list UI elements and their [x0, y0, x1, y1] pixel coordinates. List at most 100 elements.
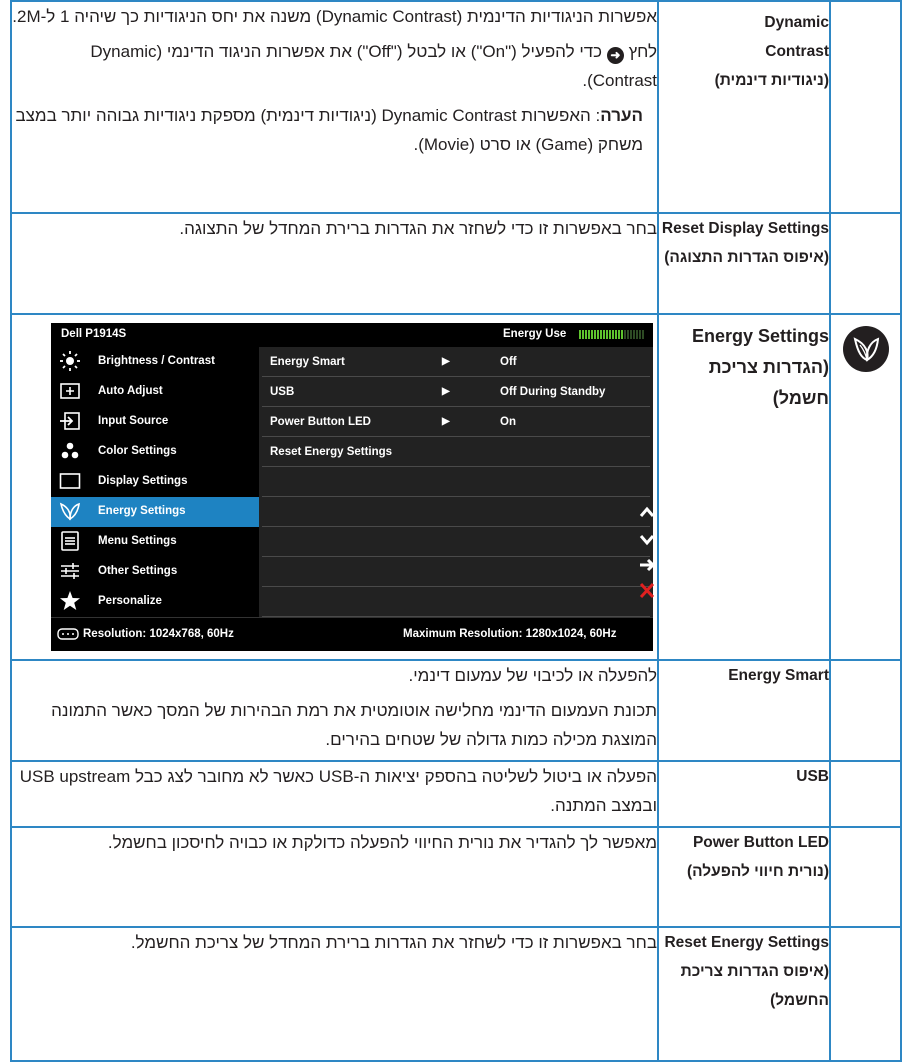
energy-meter-bar — [642, 330, 644, 339]
usb-name: USB — [657, 760, 831, 828]
table-row-reset-display: בחר באפשרות זו כדי לשחזר את הגדרות ברירת… — [10, 212, 902, 315]
energy-meter-bar — [600, 330, 602, 339]
dynamic-contrast-note: הערה: האפשרות Dynamic Contrast (ניגודיות… — [12, 101, 657, 159]
osd-menu-item[interactable]: Menu Settings — [51, 527, 259, 557]
empty-icon-cell — [829, 0, 902, 214]
name-en: Dynamic Contrast — [764, 14, 829, 60]
usb-text: הפעלה או ביטול לשליטה בהספק יציאות ה-USB… — [19, 767, 657, 815]
energy-meter-bar — [585, 330, 587, 339]
osd-menu-label: Energy Settings — [98, 505, 186, 517]
dynamic-contrast-description: אפשרות הניגודיות הדינמית (Dynamic Contra… — [10, 0, 659, 214]
osd-menu-label: Brightness / Contrast — [98, 355, 215, 367]
color-settings-icon — [59, 440, 81, 462]
osd-option-label: USB — [270, 386, 295, 398]
power-led-description: מאפשר לך להגדיר את נורית החיווי להפעלה כ… — [10, 826, 659, 928]
osd-option-row[interactable]: Power Button LED ▶ On — [262, 407, 650, 437]
table-row-dynamic-contrast: אפשרות הניגודיות הדינמית (Dynamic Contra… — [10, 0, 902, 214]
leaf-icon — [59, 500, 81, 522]
submenu-arrow-icon: ▶ — [442, 386, 450, 397]
submenu-arrow-icon: ▶ — [442, 416, 450, 427]
osd-option-label: Energy Smart — [270, 356, 345, 368]
osd-menu-label: Other Settings — [98, 565, 178, 577]
osd-option-value: Off — [500, 356, 517, 368]
exit-x-icon — [638, 580, 656, 606]
name-en: USB — [796, 768, 829, 785]
energy-meter-bar — [603, 330, 605, 339]
energy-meter-bar — [588, 330, 590, 339]
note-label: הערה — [600, 106, 643, 125]
energy-meter-bar — [618, 330, 620, 339]
osd-menu-label: Personalize — [98, 595, 162, 607]
empty-icon-cell — [829, 760, 902, 828]
name-he: (נורית חיווי להפעלה) — [686, 863, 829, 880]
reset-energy-name: Reset Energy Settings (איפוס הגדרות צריכ… — [657, 926, 831, 1062]
input-source-icon — [59, 410, 81, 432]
energy-smart-name: Energy Smart — [657, 659, 831, 762]
osd-option-row — [262, 497, 650, 527]
empty-icon-cell — [829, 212, 902, 315]
energy-smart-text-1: להפעלה או לכיבוי של עמעום דינמי. — [408, 666, 657, 685]
name-en: Energy Smart — [728, 667, 829, 684]
osd-menu-item[interactable]: Input Source — [51, 407, 259, 437]
osd-menu-item[interactable]: Display Settings — [51, 467, 259, 497]
energy-meter-bar — [594, 330, 596, 339]
osd-menu-item[interactable]: Auto Adjust — [51, 377, 259, 407]
usb-description: הפעלה או ביטול לשליטה בהספק יציאות ה-USB… — [10, 760, 659, 828]
power-led-name: Power Button LED (נורית חיווי להפעלה) — [657, 826, 831, 928]
reset-display-name: Reset Display Settings (איפוס הגדרות התצ… — [657, 212, 831, 315]
osd-menu-item[interactable]: Personalize — [51, 587, 259, 617]
energy-meter-bar — [591, 330, 593, 339]
osd-option-row — [262, 557, 650, 587]
empty-icon-cell — [829, 826, 902, 928]
name-en: Energy Settings — [691, 326, 829, 346]
osd-resolution: Resolution: 1024x768, 60Hz — [83, 628, 234, 640]
energy-leaf-badge-icon — [842, 326, 889, 372]
brightness-icon — [59, 350, 81, 372]
osd-menu-item[interactable]: Energy Settings — [51, 497, 259, 527]
instruction-text: כדי להפעיל ("On") או לבטל ("Off") את אפש… — [90, 42, 657, 90]
energy-meter-bar — [606, 330, 608, 339]
name-he: (הגדרות צריכת חשמל) — [708, 357, 829, 408]
osd-energy-use-label: Energy Use — [503, 328, 567, 340]
osd-option-row[interactable]: Energy Smart ▶ Off — [262, 347, 650, 377]
name-en: Power Button LED — [692, 834, 829, 851]
empty-icon-cell — [829, 926, 902, 1062]
note-text: : האפשרות Dynamic Contrast (ניגודיות דינ… — [15, 106, 643, 154]
osd-option-row — [262, 467, 650, 497]
manual-page: אפשרות הניגודיות הדינמית (Dynamic Contra… — [10, 0, 904, 1062]
energy-meter-bar — [582, 330, 584, 339]
osd-menu-label: Menu Settings — [98, 535, 177, 547]
osd-menu-item[interactable]: Brightness / Contrast — [51, 347, 259, 377]
table-row-energy-settings: Dell P1914S Energy Use Brightness / Cont… — [10, 313, 902, 661]
reset-energy-text: בחר באפשרות זו כדי לשחזר את הגדרות ברירת… — [130, 933, 657, 952]
right-arrow-icon — [638, 554, 656, 580]
osd-menu-item[interactable]: Color Settings — [51, 437, 259, 467]
energy-meter-bar — [630, 330, 632, 339]
up-arrow-icon — [638, 502, 656, 528]
dynamic-contrast-instruction: לחץ ➜ כדי להפעיל ("On") או לבטל ("Off") … — [12, 37, 657, 95]
energy-meter-bar — [621, 330, 623, 339]
power-led-text: מאפשר לך להגדיר את נורית החיווי להפעלה כ… — [107, 833, 657, 852]
osd-menu-item[interactable]: Other Settings — [51, 557, 259, 587]
osd-menu-label: Display Settings — [98, 475, 188, 487]
display-settings-icon — [59, 470, 81, 492]
press-text: לחץ — [628, 42, 657, 61]
energy-settings-osd-cell: Dell P1914S Energy Use Brightness / Cont… — [10, 313, 659, 661]
osd-nav-buttons — [638, 502, 656, 606]
reset-display-description: בחר באפשרות זו כדי לשחזר את הגדרות ברירת… — [10, 212, 659, 315]
osd-option-row[interactable]: USB ▶ Off During Standby — [262, 377, 650, 407]
name-en: Reset Display Settings — [661, 220, 829, 237]
osd-option-row[interactable]: Reset Energy Settings — [262, 437, 650, 467]
osd-option-label: Reset Energy Settings — [270, 446, 393, 458]
table-row-reset-energy: בחר באפשרות זו כדי לשחזר את הגדרות ברירת… — [10, 926, 902, 1062]
empty-icon-cell — [829, 659, 902, 762]
menu-settings-icon — [59, 530, 81, 552]
down-arrow-icon — [638, 528, 656, 554]
osd-main-menu: Brightness / Contrast Auto Adjust Input So… — [51, 347, 259, 617]
energy-meter-bar — [624, 330, 626, 339]
dynamic-contrast-name: Dynamic Contrast (ניגודיות דינמית) — [657, 0, 831, 214]
energy-smart-text-2: תכונת העמעום הדינמי מחלישה אוטומטית את ר… — [51, 701, 657, 749]
auto-adjust-icon — [59, 380, 81, 402]
energy-meter-bar — [612, 330, 614, 339]
osd-max-resolution: Maximum Resolution: 1280x1024, 60Hz — [403, 628, 617, 640]
